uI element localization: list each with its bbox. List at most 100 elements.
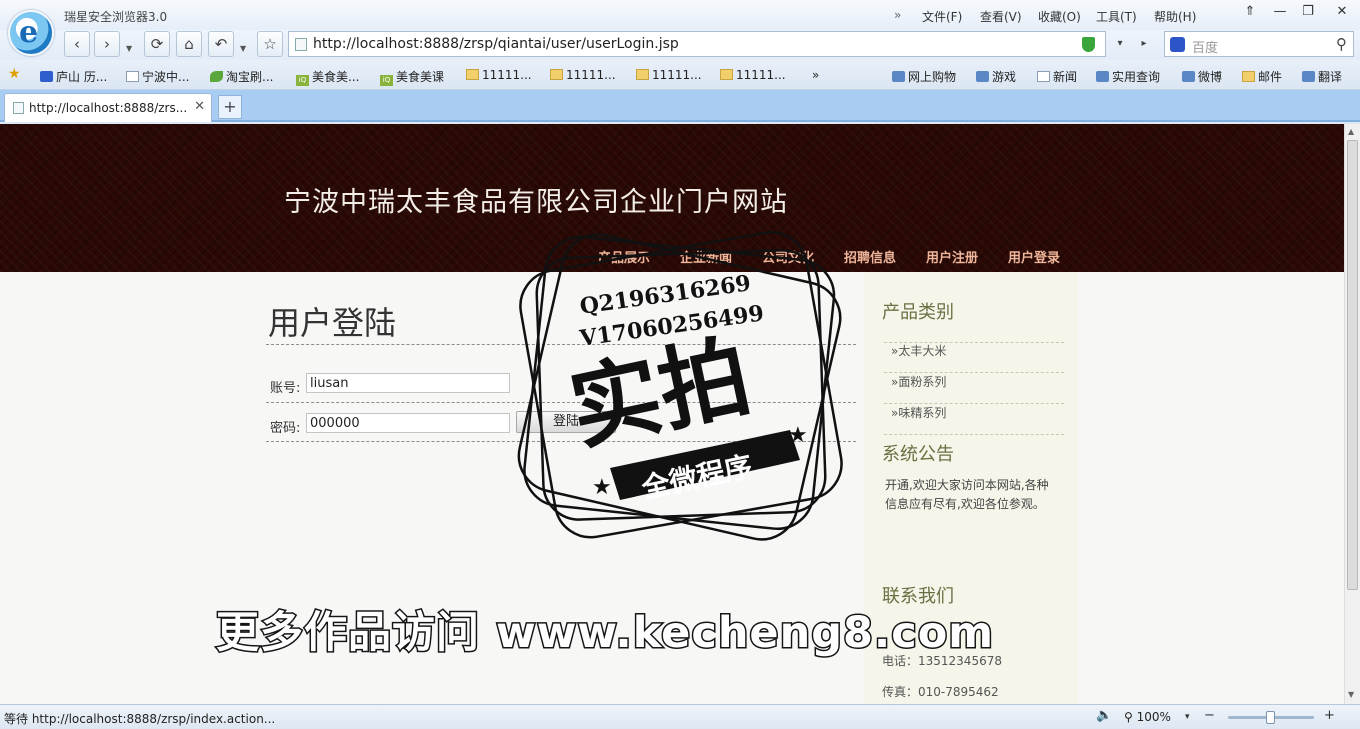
favorite-item[interactable]: 宁波中... (126, 68, 189, 85)
tab-label: http://localhost:8888/zrs... (29, 101, 188, 115)
favorite-item[interactable]: iQ 美食美课 (380, 68, 444, 86)
vertical-scrollbar[interactable]: ▲ ▼ (1344, 124, 1360, 704)
home-button[interactable]: ⌂ (176, 31, 202, 57)
zoom-out-button[interactable]: − (1204, 708, 1215, 723)
address-bar[interactable]: http://localhost:8888/zrsp/qiantai/user/… (288, 31, 1106, 57)
zoom-slider[interactable] (1228, 711, 1314, 724)
newspaper-icon (1037, 71, 1050, 82)
weibo-icon (1182, 71, 1195, 82)
status-text: 等待 http://localhost:8888/zrsp/index.acti… (4, 712, 276, 726)
go-button[interactable]: ▸ (1134, 31, 1154, 57)
favorites-more-chevron[interactable]: » (812, 68, 819, 82)
sidebar: 产品类别 »太丰大米 »面粉系列 »味精系列 系统公告 开通,欢迎大家访问本网站… (864, 272, 1078, 704)
menu-more-chevron[interactable]: » (894, 8, 922, 25)
new-tab-button[interactable]: + (218, 95, 242, 119)
folder-icon (720, 69, 733, 80)
close-button[interactable]: ✕ (1330, 3, 1354, 21)
page-icon (13, 102, 24, 114)
favorite-item[interactable]: iQ 美食美... (296, 68, 359, 86)
categories-title: 产品类别 (882, 302, 954, 323)
app-title: 瑞星安全浏览器3.0 (64, 10, 168, 24)
password-input[interactable]: 000000 (306, 413, 510, 433)
search-input[interactable]: 百度 (1192, 37, 1218, 56)
mail-link[interactable]: 邮件 (1242, 68, 1282, 85)
divider (266, 344, 856, 345)
contact-fax: 传真：010-7895462 (882, 685, 999, 699)
cart-icon (892, 71, 905, 82)
login-button[interactable]: 登陆 (516, 411, 616, 433)
nav-register[interactable]: 用户注册 (926, 247, 1008, 266)
menu-file[interactable]: 文件(F) (922, 8, 980, 25)
scroll-up-icon[interactable]: ▲ (1348, 127, 1354, 136)
tab-bar: http://localhost:8888/zrs... ✕ + (0, 90, 1360, 122)
menu-help[interactable]: 帮助(H) (1154, 8, 1212, 25)
favorite-folder[interactable]: 11111... (466, 68, 532, 82)
back-button[interactable]: ‹ (64, 31, 90, 57)
title-bar: 瑞星安全浏览器3.0 » 文件(F) 查看(V) 收藏(O) 工具(T) 帮助(… (0, 0, 1360, 30)
weibo-link[interactable]: 微博 (1182, 68, 1222, 85)
scrollbar-thumb[interactable] (1347, 140, 1358, 590)
favorite-folder[interactable]: 11111... (636, 68, 702, 82)
translate-link[interactable]: 翻译 (1302, 68, 1342, 85)
nav-login[interactable]: 用户登录 (1008, 247, 1090, 266)
account-input[interactable]: liusan (306, 373, 510, 393)
favorite-star-button[interactable]: ☆ (257, 31, 283, 57)
tab-active[interactable]: http://localhost:8888/zrs... ✕ (4, 93, 212, 122)
navigation-bar: ‹ › ▼ ⟳ ⌂ ↶ ▼ ☆ http://localhost:8888/zr… (0, 30, 1360, 60)
password-label: 密码: (270, 421, 301, 436)
category-link[interactable]: »太丰大米 (891, 342, 946, 359)
sound-icon[interactable]: 🔈 (1096, 708, 1112, 723)
nav-products[interactable]: 产品展示 (598, 247, 680, 266)
forward-button[interactable]: › (94, 31, 120, 57)
zoom-in-button[interactable]: + (1324, 708, 1335, 723)
minimize-button[interactable]: — (1268, 3, 1292, 21)
menu-favorites[interactable]: 收藏(O) (1038, 8, 1096, 25)
favorite-item[interactable]: 庐山 历... (40, 68, 107, 85)
mail-icon (1242, 71, 1255, 82)
menu-view[interactable]: 查看(V) (980, 8, 1038, 25)
account-label: 账号: (270, 381, 301, 396)
undo-close-button[interactable]: ↶ (208, 31, 234, 57)
shopping-link[interactable]: 网上购物 (892, 68, 956, 85)
iqiyi-icon: iQ (380, 75, 393, 86)
site-title: 宁波中瑞太丰食品有限公司企业门户网站 (284, 187, 788, 218)
nav-culture[interactable]: 公司文化 (762, 247, 844, 266)
favorite-folder[interactable]: 11111... (720, 68, 786, 82)
history-dropdown-icon[interactable]: ▼ (126, 44, 132, 53)
gamepad-icon (976, 71, 989, 82)
folder-icon (550, 69, 563, 80)
magnifier-icon (1096, 71, 1109, 82)
browser-logo-icon[interactable]: e (8, 10, 54, 56)
tab-close-icon[interactable]: ✕ (194, 99, 205, 114)
favorites-bar: ★ 庐山 历... 宁波中... 淘宝刷... iQ 美食美... iQ 美食美课 … (0, 60, 1360, 90)
favorites-star-icon[interactable]: ★ (8, 66, 21, 82)
security-shield-icon[interactable] (1082, 37, 1095, 52)
pin-button[interactable]: ⇑ (1238, 3, 1262, 21)
restore-button[interactable]: ❐ (1296, 3, 1320, 21)
games-link[interactable]: 游戏 (976, 68, 1016, 85)
divider (266, 402, 856, 403)
search-box[interactable]: 百度 ⚲ (1164, 31, 1354, 57)
nav-news[interactable]: 企业新闻 (680, 247, 762, 266)
search-icon[interactable]: ⚲ (1336, 35, 1347, 53)
page-title: 用户登陆 (268, 304, 397, 342)
undo-dropdown-icon[interactable]: ▼ (240, 44, 246, 53)
refresh-button[interactable]: ⟳ (144, 31, 170, 57)
menu-tools[interactable]: 工具(T) (1096, 8, 1154, 25)
nav-jobs[interactable]: 招聘信息 (844, 247, 926, 266)
zoom-slider-knob[interactable] (1266, 711, 1275, 724)
category-link[interactable]: »面粉系列 (891, 373, 946, 390)
scroll-down-icon[interactable]: ▼ (1348, 690, 1354, 699)
zoom-dropdown-icon[interactable]: ▾ (1185, 712, 1190, 722)
favorite-folder[interactable]: 11111... (550, 68, 616, 82)
search-engine-icon[interactable] (1170, 37, 1185, 52)
favorite-item[interactable]: 淘宝刷... (210, 68, 273, 85)
contact-phone: 电话：13512345678 (882, 654, 1002, 668)
query-link[interactable]: 实用查询 (1096, 68, 1160, 85)
page-icon (295, 38, 307, 51)
news-link[interactable]: 新闻 (1037, 68, 1077, 85)
category-link[interactable]: »味精系列 (891, 404, 946, 421)
zoom-level[interactable]: ⚲ 100% (1124, 710, 1171, 724)
url-field[interactable]: http://localhost:8888/zrsp/qiantai/user/… (313, 36, 679, 52)
address-dropdown-button[interactable]: ▾ (1109, 31, 1131, 57)
